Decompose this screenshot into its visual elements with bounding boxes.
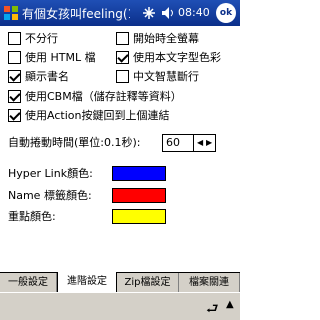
hyperlink-color-label: Hyper Link顏色: <box>8 167 93 180</box>
checkbox-box[interactable] <box>116 70 129 83</box>
settings-tabs: 一般設定 進階設定 Zip檔設定 檔案關連 <box>0 272 240 293</box>
checkbox-label: 不分行 <box>25 32 58 45</box>
checkbox-label: 開始時全螢幕 <box>133 32 199 45</box>
stepper-left-icon[interactable]: ◀ <box>197 136 203 150</box>
keyboard-icon[interactable]: ⮐ <box>206 298 219 320</box>
title-bar: 有個女孩叫feeling(1) 08:40 ok <box>0 0 240 26</box>
stepper-arrows[interactable]: ◀ ▶ <box>193 135 215 151</box>
checkbox-box[interactable] <box>116 32 129 45</box>
checkbox-label: 使用Action按鍵回到上個連結 <box>25 109 170 122</box>
checkbox-box[interactable] <box>8 90 21 103</box>
name-tag-color-label: Name 標籤顏色: <box>8 189 92 202</box>
windows-start-icon[interactable] <box>3 5 19 21</box>
checkbox-box[interactable] <box>8 109 21 122</box>
menu-bar: ⮐ ▲ <box>0 292 240 320</box>
tab-general[interactable]: 一般設定 <box>0 273 57 293</box>
input-panel-arrow-icon[interactable]: ▲ <box>226 299 234 310</box>
tab-file-association[interactable]: 檔案關連 <box>179 273 240 293</box>
checkbox-label: 顯示書名 <box>25 70 69 83</box>
clock[interactable]: 08:40 <box>178 6 210 19</box>
volume-icon[interactable] <box>160 4 176 22</box>
checkbox-box[interactable] <box>8 51 21 64</box>
checkbox-label: 使用 HTML 檔 <box>25 51 96 64</box>
checkbox-box[interactable] <box>8 32 21 45</box>
stepper-right-icon[interactable]: ▶ <box>206 136 212 150</box>
checkbox-label: 使用CBM檔（儲存註釋等資料） <box>25 90 182 103</box>
auto-scroll-label: 自動捲動時間(單位:0.1秒): <box>8 136 141 149</box>
checkbox-label: 使用本文字型色彩 <box>133 51 221 64</box>
tab-zip[interactable]: Zip檔設定 <box>117 273 179 293</box>
checkbox-label: 中文智慧斷行 <box>133 70 199 83</box>
ok-button[interactable]: ok <box>216 3 236 23</box>
name-tag-color-swatch[interactable] <box>112 188 166 203</box>
auto-scroll-stepper[interactable]: 60 ◀ ▶ <box>162 134 216 152</box>
highlight-color-swatch[interactable] <box>112 209 166 224</box>
window-title: 有個女孩叫feeling(1) <box>22 7 130 21</box>
checkbox-box[interactable] <box>116 51 129 64</box>
checkbox-box[interactable] <box>8 70 21 83</box>
settings-panel: 不分行 開始時全螢幕 使用 HTML 檔 使用本文字型色彩 顯示書名 中文智慧斷… <box>0 26 240 293</box>
auto-scroll-value[interactable]: 60 <box>166 136 180 150</box>
connectivity-icon[interactable] <box>140 4 158 22</box>
hyperlink-color-swatch[interactable] <box>112 166 166 181</box>
highlight-color-label: 重點顏色: <box>8 210 56 223</box>
tab-advanced[interactable]: 進階設定 <box>57 272 117 293</box>
